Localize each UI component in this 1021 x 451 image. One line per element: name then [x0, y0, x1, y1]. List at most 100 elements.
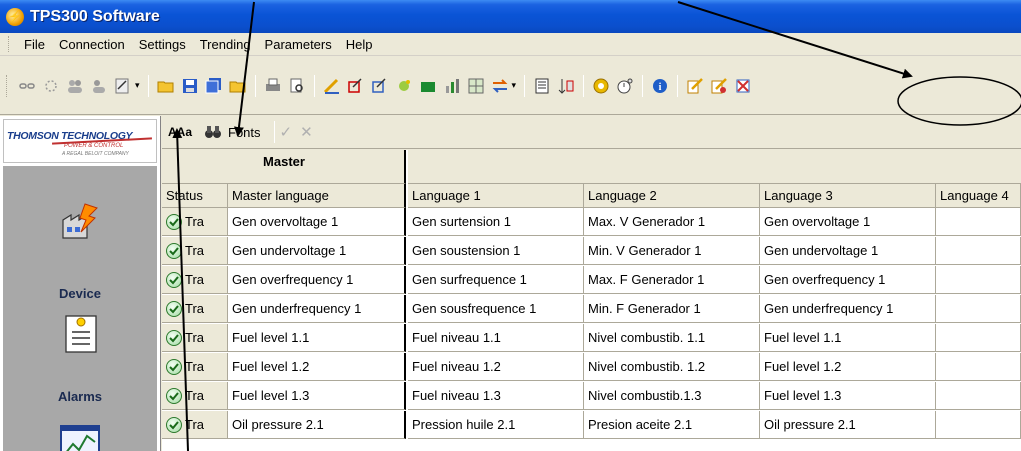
table-cell[interactable]: Nivel combustib. 1.2	[584, 353, 760, 381]
menu-parameters[interactable]: Parameters	[258, 34, 339, 55]
find-button[interactable]	[204, 123, 222, 141]
font-size-button[interactable]: AAa	[168, 125, 196, 139]
nav-device-label[interactable]: Device	[3, 286, 157, 301]
print-preview-icon[interactable]	[286, 75, 308, 97]
menu-help[interactable]: Help	[339, 34, 380, 55]
table-cell[interactable]: Fuel niveau 1.3	[408, 382, 584, 410]
dropdown-arrow-icon[interactable]: ▾	[512, 80, 517, 91]
table-cell[interactable]: Gen overvoltage 1	[228, 208, 406, 236]
grid-settings-icon[interactable]	[465, 75, 487, 97]
column-header[interactable]: Language 1	[408, 184, 584, 208]
table-cell[interactable]: Min. F Generador 1	[584, 295, 760, 323]
accept-button[interactable]: ✓	[280, 123, 293, 141]
table-cell[interactable]: Presion aceite 2.1	[584, 411, 760, 439]
status-text: Tra	[185, 358, 205, 374]
status-cell[interactable]: Tra	[162, 208, 228, 236]
alarm-document-icon[interactable]	[63, 312, 99, 354]
menu-file[interactable]: File	[17, 34, 52, 55]
table-cell[interactable]	[936, 237, 1021, 265]
table-cell[interactable]	[936, 382, 1021, 410]
sparkle-icon[interactable]	[393, 75, 415, 97]
table-cell[interactable]: Fuel level 1.1	[228, 324, 406, 352]
table-cell[interactable]: Oil pressure 2.1	[760, 411, 936, 439]
status-cell[interactable]: Tra	[162, 324, 228, 352]
table-cell[interactable]: Gen underfrequency 1	[760, 295, 936, 323]
trend-chart-icon[interactable]	[59, 424, 101, 451]
settings-gear-icon[interactable]	[590, 75, 612, 97]
table-cell[interactable]: Gen undervoltage 1	[228, 237, 406, 265]
table-cell[interactable]	[936, 208, 1021, 236]
table-cell[interactable]: Oil pressure 2.1	[228, 411, 406, 439]
open-icon[interactable]	[227, 75, 249, 97]
edit-check-icon[interactable]	[345, 75, 367, 97]
table-cell[interactable]: Gen undervoltage 1	[760, 237, 936, 265]
chart-icon[interactable]	[441, 75, 463, 97]
table-cell[interactable]	[936, 324, 1021, 352]
table-cell[interactable]	[936, 353, 1021, 381]
table-cell[interactable]	[936, 411, 1021, 439]
factory-lightning-icon[interactable]	[59, 200, 101, 242]
users-icon[interactable]	[64, 75, 86, 97]
table-cell[interactable]: Nivel combustib. 1.1	[584, 324, 760, 352]
timer-icon[interactable]	[614, 75, 636, 97]
table-cell[interactable]: Gen sousfrequence 1	[408, 295, 584, 323]
translate-apply-icon[interactable]	[708, 75, 730, 97]
table-cell[interactable]: Max. V Generador 1	[584, 208, 760, 236]
menu-connection[interactable]: Connection	[52, 34, 132, 55]
translate-edit-icon[interactable]	[684, 75, 706, 97]
column-header[interactable]: Language 2	[584, 184, 760, 208]
menu-settings[interactable]: Settings	[132, 34, 193, 55]
column-header[interactable]: Language 4	[936, 184, 1021, 208]
table-cell[interactable]: Max. F Generador 1	[584, 266, 760, 294]
group-icon[interactable]	[88, 75, 110, 97]
status-cell[interactable]: Tra	[162, 295, 228, 323]
table-cell[interactable]: Nivel combustib.1.3	[584, 382, 760, 410]
edit-arrow-icon[interactable]	[369, 75, 391, 97]
print-icon[interactable]	[262, 75, 284, 97]
status-cell[interactable]: Tra	[162, 382, 228, 410]
table-cell[interactable]: Fuel level 1.3	[760, 382, 936, 410]
save-icon[interactable]	[179, 75, 201, 97]
link-icon[interactable]	[16, 75, 38, 97]
table-cell[interactable]: Fuel niveau 1.1	[408, 324, 584, 352]
table-cell[interactable]: Fuel level 1.2	[228, 353, 406, 381]
table-cell[interactable]: Gen overfrequency 1	[228, 266, 406, 294]
nav-alarms-label[interactable]: Alarms	[3, 389, 157, 404]
table-cell[interactable]: Gen surfrequence 1	[408, 266, 584, 294]
page-icon[interactable]	[531, 75, 553, 97]
status-cell[interactable]: Tra	[162, 266, 228, 294]
dropdown-arrow-icon[interactable]: ▾	[135, 80, 140, 91]
status-cell[interactable]: Tra	[162, 411, 228, 439]
table-cell[interactable]: Min. V Generador 1	[584, 237, 760, 265]
table-cell[interactable]: Pression huile 2.1	[408, 411, 584, 439]
status-cell[interactable]: Tra	[162, 353, 228, 381]
table-cell[interactable]: Fuel level 1.3	[228, 382, 406, 410]
table-cell[interactable]: Gen underfrequency 1	[228, 295, 406, 323]
open-folder-icon[interactable]	[155, 75, 177, 97]
table-cell[interactable]: Fuel level 1.2	[760, 353, 936, 381]
disconnect-icon[interactable]	[40, 75, 62, 97]
table-cell[interactable]: Fuel level 1.1	[760, 324, 936, 352]
fonts-button[interactable]: Fonts	[228, 125, 261, 140]
table-cell[interactable]: Gen soustension 1	[408, 237, 584, 265]
table-cell[interactable]: Gen overvoltage 1	[760, 208, 936, 236]
table-cell[interactable]: Fuel niveau 1.2	[408, 353, 584, 381]
edit-icon[interactable]	[321, 75, 343, 97]
menu-trending[interactable]: Trending	[193, 34, 258, 55]
column-header[interactable]: Status	[162, 184, 228, 208]
table-cell[interactable]: Gen overfrequency 1	[760, 266, 936, 294]
green-bar-icon[interactable]	[417, 75, 439, 97]
column-header[interactable]: Language 3	[760, 184, 936, 208]
sort-icon[interactable]	[555, 75, 577, 97]
info-icon[interactable]: i	[649, 75, 671, 97]
save-all-icon[interactable]	[203, 75, 225, 97]
reject-button[interactable]: ✕	[300, 123, 313, 141]
table-cell[interactable]	[936, 266, 1021, 294]
column-header[interactable]: Master language	[228, 184, 406, 208]
translate-reset-icon[interactable]	[732, 75, 754, 97]
status-cell[interactable]: Tra	[162, 237, 228, 265]
table-cell[interactable]	[936, 295, 1021, 323]
transfer-icon[interactable]	[489, 75, 511, 97]
table-cell[interactable]: Gen surtension 1	[408, 208, 584, 236]
wizard-icon[interactable]	[112, 75, 134, 97]
